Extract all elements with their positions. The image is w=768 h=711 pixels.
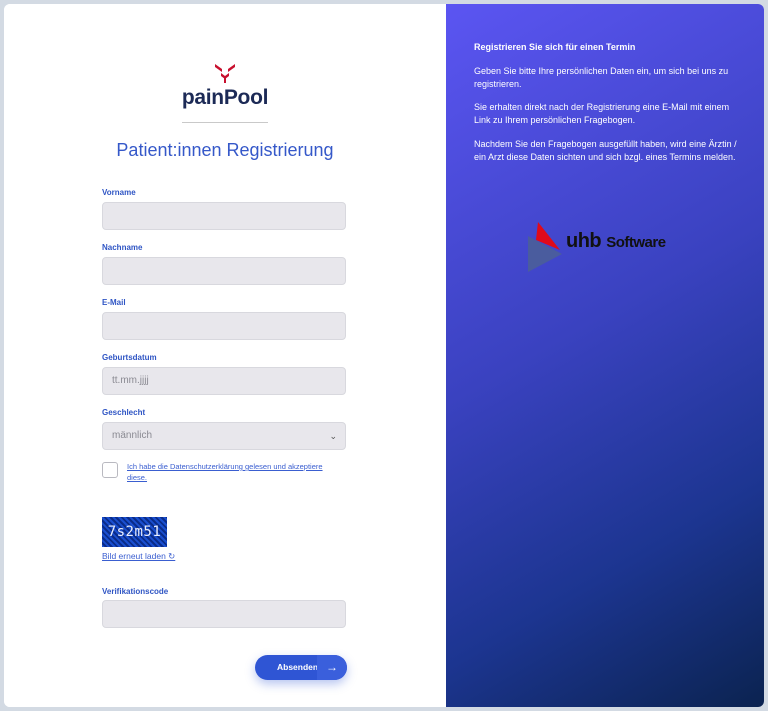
birthdate-label: Geburtsdatum xyxy=(102,353,157,362)
submit-button-label: Absenden xyxy=(277,662,319,672)
chevron-down-icon: ⌄ xyxy=(329,431,337,441)
email-input[interactable] xyxy=(102,312,346,340)
uhb-sub: Software xyxy=(606,234,666,251)
verification-label: Verifikationscode xyxy=(102,587,169,596)
logo-divider xyxy=(182,122,268,123)
info-paragraph-2: Sie erhalten direkt nach der Registrieru… xyxy=(474,102,730,125)
firstname-input[interactable] xyxy=(102,202,346,230)
firstname-label: Vorname xyxy=(102,188,136,197)
consent-checkbox[interactable] xyxy=(102,462,118,478)
privacy-consent-link[interactable]: Ich habe die Datenschutzerklärung gelese… xyxy=(127,461,342,483)
email-label: E-Mail xyxy=(102,298,126,307)
gender-select-value: männlich xyxy=(112,430,153,441)
info-paragraph-3: Nachdem Sie den Fragebogen ausgefüllt ha… xyxy=(474,139,737,162)
info-heading: Registrieren Sie sich für einen Termin xyxy=(474,42,636,52)
uhb-software-logo: uhb Software xyxy=(524,220,694,276)
uhb-mark-icon xyxy=(528,222,562,272)
birthdate-input[interactable]: tt.mm.jjjj xyxy=(102,367,346,395)
submit-button[interactable]: Absenden → xyxy=(255,655,347,680)
painpool-wordmark: painPool xyxy=(181,86,269,109)
info-paragraph-1: Geben Sie bitte Ihre persönlichen Daten … xyxy=(474,66,729,89)
uhb-wordmark: uhb Software xyxy=(566,230,666,253)
captcha-image: 7s2m51 xyxy=(102,517,167,547)
painpool-mark-icon xyxy=(215,64,235,83)
form-panel: painPool Patient:innen Registrierung Vor… xyxy=(4,4,446,707)
registration-card: painPool Patient:innen Registrierung Vor… xyxy=(4,4,764,707)
lastname-input[interactable] xyxy=(102,257,346,285)
info-panel: Registrieren Sie sich für einen Termin G… xyxy=(446,4,764,707)
gender-label: Geschlecht xyxy=(102,408,146,417)
page-title: Patient:innen Registrierung xyxy=(116,140,334,160)
painpool-logo: painPool xyxy=(4,62,446,110)
verification-input[interactable] xyxy=(102,600,346,628)
reload-captcha-link[interactable]: Bild erneut laden ↻ xyxy=(102,551,175,562)
uhb-main: uhb xyxy=(566,230,602,252)
lastname-label: Nachname xyxy=(102,243,143,252)
brand-part1: pain xyxy=(181,86,224,109)
gender-select[interactable]: männlich ⌄ xyxy=(102,422,346,450)
arrow-right-icon: → xyxy=(317,655,347,680)
brand-part2: Pool xyxy=(223,86,269,109)
